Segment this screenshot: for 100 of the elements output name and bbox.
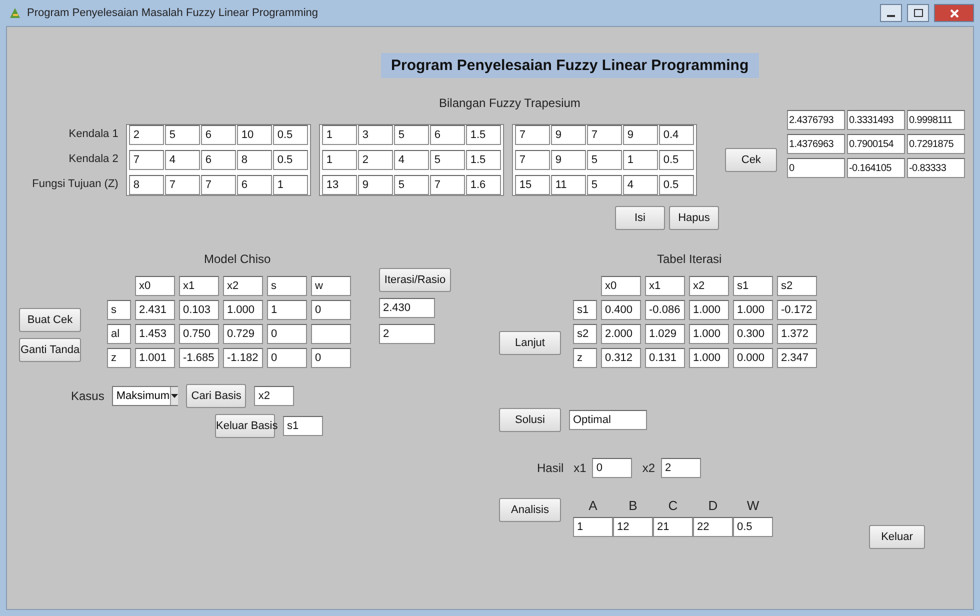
- input-field[interactable]: 2.431: [135, 300, 175, 320]
- status-field[interactable]: Optimal: [569, 410, 647, 430]
- input-field[interactable]: 0.5: [733, 517, 773, 537]
- input-field[interactable]: 0.131: [645, 348, 685, 368]
- action-button[interactable]: Hapus: [669, 206, 719, 230]
- input-field[interactable]: 1.5: [466, 125, 502, 145]
- result-field[interactable]: -0.164105: [847, 158, 905, 178]
- input-field[interactable]: 5: [165, 125, 200, 145]
- input-field[interactable]: 9: [623, 125, 658, 145]
- row-label-field[interactable]: s1: [573, 300, 597, 320]
- row-label-field[interactable]: z: [107, 348, 131, 368]
- input-field[interactable]: 0.5: [659, 150, 694, 170]
- input-field[interactable]: 0.5: [659, 175, 694, 195]
- action-button[interactable]: Buat Cek: [19, 308, 81, 332]
- input-field[interactable]: 0.5: [273, 150, 308, 170]
- input-field[interactable]: 5: [394, 175, 430, 195]
- input-field[interactable]: s1: [283, 416, 323, 436]
- case-dropdown[interactable]: Maksimum: [112, 386, 178, 406]
- minimize-button[interactable]: [880, 4, 902, 22]
- input-field[interactable]: 0: [311, 348, 351, 368]
- input-field[interactable]: 0.000: [733, 348, 773, 368]
- input-field[interactable]: 0: [267, 324, 307, 344]
- header-field[interactable]: x0: [601, 276, 641, 296]
- header-field[interactable]: x2: [689, 276, 729, 296]
- row-label-field[interactable]: z: [573, 348, 597, 368]
- input-field[interactable]: x2: [254, 386, 294, 406]
- input-field[interactable]: 1.001: [135, 348, 175, 368]
- header-field[interactable]: x0: [135, 276, 175, 296]
- input-field[interactable]: 7: [165, 175, 200, 195]
- result-field[interactable]: 0.7291875: [907, 134, 965, 154]
- input-field[interactable]: 4: [394, 150, 430, 170]
- input-field[interactable]: 5: [394, 125, 430, 145]
- input-field[interactable]: 6: [201, 125, 236, 145]
- input-field[interactable]: 11: [551, 175, 586, 195]
- next-button[interactable]: Lanjut: [499, 331, 561, 355]
- input-field[interactable]: 1: [273, 175, 308, 195]
- input-field[interactable]: 0.312: [601, 348, 641, 368]
- input-field[interactable]: -1.182: [223, 348, 263, 368]
- ratio-field[interactable]: 2.430: [379, 298, 435, 318]
- header-field[interactable]: w: [311, 276, 351, 296]
- input-field[interactable]: 7: [515, 125, 550, 145]
- input-field[interactable]: 8: [237, 150, 272, 170]
- input-field[interactable]: 9: [551, 125, 586, 145]
- result-field[interactable]: 0.7900154: [847, 134, 905, 154]
- input-field[interactable]: 7: [129, 150, 164, 170]
- input-field[interactable]: 1.372: [777, 324, 817, 344]
- action-button[interactable]: Cari Basis: [186, 384, 246, 408]
- solution-button[interactable]: Solusi: [499, 408, 561, 432]
- input-field[interactable]: 15: [515, 175, 550, 195]
- action-button[interactable]: Ganti Tanda: [19, 338, 81, 362]
- input-field[interactable]: 1.029: [645, 324, 685, 344]
- input-field[interactable]: 6: [237, 175, 272, 195]
- header-field[interactable]: x1: [645, 276, 685, 296]
- input-field[interactable]: 6: [430, 125, 466, 145]
- input-field[interactable]: -0.086: [645, 300, 685, 320]
- input-field[interactable]: 8: [129, 175, 164, 195]
- ratio-button[interactable]: Iterasi/Rasio: [379, 268, 451, 292]
- maximize-button[interactable]: [907, 4, 929, 22]
- result-field[interactable]: 2.4376793: [787, 110, 845, 130]
- input-field[interactable]: 1.453: [135, 324, 175, 344]
- input-field[interactable]: 1.5: [466, 150, 502, 170]
- input-field[interactable]: 9: [551, 150, 586, 170]
- input-field[interactable]: 1: [322, 150, 358, 170]
- result-field[interactable]: 0.9998111: [907, 110, 965, 130]
- row-label-field[interactable]: s: [107, 300, 131, 320]
- input-field[interactable]: 1.000: [689, 324, 729, 344]
- input-field[interactable]: 4: [165, 150, 200, 170]
- exit-button[interactable]: Keluar: [869, 525, 925, 549]
- input-field[interactable]: 1: [573, 517, 613, 537]
- header-field[interactable]: x1: [179, 276, 219, 296]
- input-field[interactable]: 1.000: [733, 300, 773, 320]
- input-field[interactable]: 10: [237, 125, 272, 145]
- input-field[interactable]: 1.6: [466, 175, 502, 195]
- input-field[interactable]: 7: [430, 175, 466, 195]
- input-field[interactable]: 7: [587, 125, 622, 145]
- input-field[interactable]: 3: [358, 125, 394, 145]
- input-field[interactable]: 0.300: [733, 324, 773, 344]
- input-field[interactable]: -1.685: [179, 348, 219, 368]
- input-field[interactable]: 0: [311, 300, 351, 320]
- input-field[interactable]: 22: [693, 517, 733, 537]
- input-field[interactable]: 12: [613, 517, 653, 537]
- input-field[interactable]: 13: [322, 175, 358, 195]
- check-button[interactable]: Cek: [725, 148, 777, 172]
- action-button[interactable]: Keluar Basis: [215, 414, 275, 438]
- close-button[interactable]: [934, 4, 974, 22]
- input-field[interactable]: 2.000: [601, 324, 641, 344]
- input-field[interactable]: -0.172: [777, 300, 817, 320]
- input-field[interactable]: 2: [358, 150, 394, 170]
- ratio-field[interactable]: 2: [379, 324, 435, 344]
- result-field[interactable]: 0: [787, 158, 845, 178]
- input-field[interactable]: 0.4: [659, 125, 694, 145]
- input-field[interactable]: 1: [322, 125, 358, 145]
- row-label-field[interactable]: al: [107, 324, 131, 344]
- result-field[interactable]: 0.3331493: [847, 110, 905, 130]
- input-field[interactable]: 5: [430, 150, 466, 170]
- input-field[interactable]: 1.000: [223, 300, 263, 320]
- input-field[interactable]: 1.000: [689, 300, 729, 320]
- input-field[interactable]: 5: [587, 175, 622, 195]
- input-field[interactable]: 7: [201, 175, 236, 195]
- input-field[interactable]: 2: [129, 125, 164, 145]
